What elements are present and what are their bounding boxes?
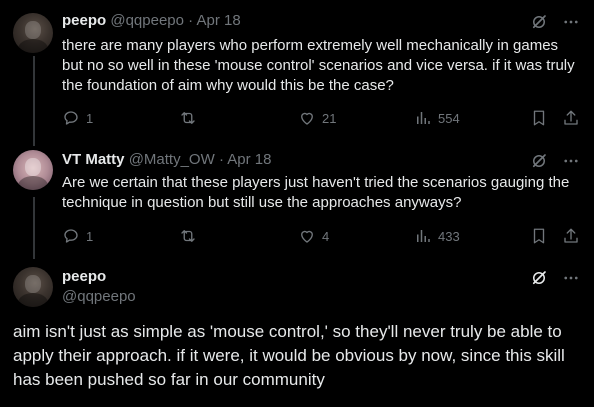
handle[interactable]: @qqpeepo [110,12,184,29]
retweet-button[interactable] [178,226,204,246]
reply-count: 1 [86,110,94,126]
handle[interactable]: @qqpeepo [62,287,136,307]
reply-count: 1 [86,228,94,244]
reply-button[interactable]: 1 [62,226,93,246]
action-bar: 1 4 433 [62,226,580,246]
bookmark-button[interactable] [530,226,548,246]
like-button[interactable]: 4 [298,226,329,246]
reply-icon [62,227,80,245]
tweet-1[interactable]: peepo @qqpeepo · Apr 18 there are many p… [0,0,594,146]
tweet-header: peepo @qqpeepo · Apr 18 [62,11,241,31]
views-count: 433 [438,228,460,244]
views-icon [414,227,432,245]
views-count: 554 [438,110,460,126]
handle[interactable]: @Matty_OW [129,151,215,168]
retweet-icon [178,109,198,127]
action-bar: 1 21 554 [62,108,580,128]
more-icon[interactable] [562,152,580,170]
more-icon[interactable] [562,269,580,287]
views-button[interactable]: 554 [414,108,460,128]
avatar[interactable] [13,150,53,190]
bookmark-icon [530,227,548,245]
tweet-text: Are we certain that these players just h… [62,174,570,211]
bookmark-icon [530,109,548,127]
display-name[interactable]: VT Matty [62,151,125,168]
tweet-header: VT Matty @Matty_OW · Apr 18 [62,150,271,170]
share-button[interactable] [562,108,580,128]
bookmark-button[interactable] [530,108,548,128]
display-name[interactable]: peepo [62,267,136,287]
grok-icon[interactable] [530,152,548,170]
like-icon [298,109,316,127]
like-count: 21 [322,110,337,126]
views-icon [414,109,432,127]
like-count: 4 [322,228,330,244]
like-icon [298,227,316,245]
timestamp[interactable]: Apr 18 [227,151,271,168]
tweet-text: there are many players who perform extre… [62,37,575,94]
views-button[interactable]: 433 [414,226,460,246]
separator: · [218,151,224,168]
tweet-text: aim isn't just as simple as 'mouse contr… [13,322,565,389]
main-tweet: peepo @qqpeepo aim isn't just as simple … [0,259,594,407]
display-name[interactable]: peepo [62,12,106,29]
thread-line [33,56,35,146]
share-button[interactable] [562,226,580,246]
grok-icon[interactable] [530,269,548,287]
reply-button[interactable]: 1 [62,108,93,128]
tweet-2[interactable]: VT Matty @Matty_OW · Apr 18 Are we certa… [0,141,594,259]
retweet-button[interactable] [178,108,204,128]
avatar[interactable] [13,267,53,307]
grok-icon[interactable] [530,13,548,31]
more-icon[interactable] [562,13,580,31]
retweet-icon [178,227,198,245]
reply-icon [62,109,80,127]
share-icon [562,109,580,127]
share-icon [562,227,580,245]
timestamp[interactable]: Apr 18 [197,12,241,29]
avatar[interactable] [13,13,53,53]
thread-line [33,197,35,259]
like-button[interactable]: 21 [298,108,336,128]
separator: · [188,12,194,29]
